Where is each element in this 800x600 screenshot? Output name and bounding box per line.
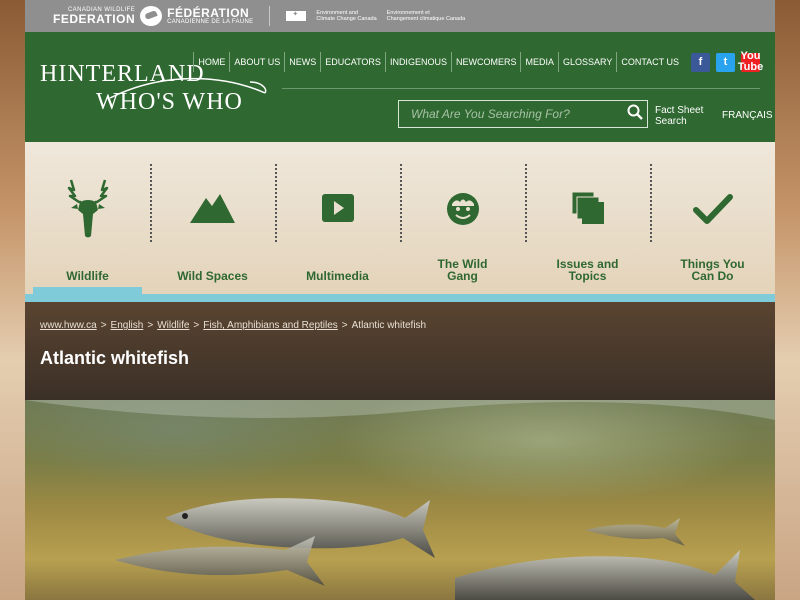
- category-multimedia[interactable]: Multimedia: [275, 142, 400, 294]
- header-divider: [282, 88, 760, 89]
- eccc-name-fr: Environnement et Changement climatique C…: [387, 10, 466, 22]
- category-label-multimedia: Multimedia: [306, 269, 369, 283]
- search-icon[interactable]: [623, 104, 647, 124]
- social-links: f t You Tube: [691, 51, 764, 73]
- partner-divider: [269, 6, 271, 26]
- eccc-logo-link[interactable]: Environment and Climate Change Canada En…: [286, 10, 475, 22]
- breadcrumb-current: Atlantic whitefish: [351, 320, 427, 331]
- fact-sheet-search-link[interactable]: Fact Sheet Search: [655, 105, 715, 127]
- nav-newcomers[interactable]: NEWCOMERS: [450, 52, 521, 72]
- face-icon: [446, 192, 480, 262]
- play-icon: [321, 194, 354, 264]
- search-box: [398, 100, 648, 128]
- breadcrumb-fish-amphibians-reptiles[interactable]: Fish, Amphibians and Reptiles: [203, 320, 338, 331]
- partner-bar: CANADIAN WILDLIFE FEDERATION FÉDÉRATION …: [25, 0, 775, 32]
- category-wildlife[interactable]: Wildlife: [25, 142, 150, 294]
- background-right: [775, 0, 800, 600]
- site-header: HINTERLAND WHO'S WHO HOME ABOUT US NEWS …: [25, 32, 775, 142]
- cwf-logo-link[interactable]: CANADIAN WILDLIFE FEDERATION FÉDÉRATION …: [53, 6, 475, 26]
- search-input[interactable]: [399, 106, 623, 122]
- youtube-text-bottom: Tube: [737, 61, 764, 73]
- cwf-fr-small: CANADIENNE DE LA FAUNE: [167, 19, 254, 25]
- page-title: Atlantic whitefish: [40, 348, 190, 368]
- whitefish-photo-illustration: [25, 400, 775, 600]
- nav-indigenous[interactable]: INDIGENOUS: [384, 52, 451, 72]
- fish-shape: [455, 550, 755, 600]
- category-things-you-can-do[interactable]: Things You Can Do: [650, 142, 775, 294]
- background-left: [0, 0, 25, 600]
- breadcrumb-home[interactable]: www.hww.ca: [40, 320, 97, 331]
- hero-photo: [25, 400, 775, 600]
- cwf-name-fr: FÉDÉRATION CANADIENNE DE LA FAUNE: [167, 7, 253, 25]
- category-label-issues-and-topics: Issues and Topics: [556, 257, 619, 283]
- cwf-name-en: CANADIAN WILDLIFE FEDERATION: [53, 7, 135, 25]
- category-nav-border: [25, 294, 775, 302]
- category-label-things-you-can-do: Things You Can Do: [680, 257, 745, 283]
- nav-glossary[interactable]: GLOSSARY: [557, 52, 616, 72]
- page-title-area: www.hww.ca > English > Wildlife > Fish, Amphib…: [25, 302, 775, 400]
- active-category-indicator: [33, 287, 142, 294]
- nav-home[interactable]: HOME: [193, 52, 229, 72]
- category-the-wild-gang[interactable]: The Wild Gang: [400, 142, 525, 294]
- breadcrumb-wildlife[interactable]: Wildlife: [157, 320, 189, 331]
- cwf-emblem-icon: [140, 6, 163, 26]
- deer-head-icon: [65, 178, 111, 248]
- language-toggle[interactable]: FRANÇAIS: [722, 110, 773, 121]
- nav-media[interactable]: MEDIA: [520, 52, 558, 72]
- eccc-name-en: Environment and Climate Change Canada: [316, 10, 376, 22]
- nav-contact-us[interactable]: CONTACT US: [616, 52, 683, 72]
- nav-news[interactable]: NEWS: [284, 52, 320, 72]
- fish-shape: [585, 518, 685, 546]
- eccc-fr-line2: Changement climatique Canada: [386, 16, 466, 22]
- page: CANADIAN WILDLIFE FEDERATION FÉDÉRATION …: [25, 0, 775, 600]
- checkmark-icon: [692, 194, 733, 264]
- category-label-wildlife: Wildlife: [66, 269, 109, 283]
- main-nav: HOME ABOUT US NEWS EDUCATORS INDIGENOUS …: [193, 51, 764, 73]
- nav-about-us[interactable]: ABOUT US: [229, 52, 284, 72]
- category-nav: Wildlife Wild Spaces Multimedia The Wild…: [25, 142, 775, 294]
- logo-swoosh-icon: [109, 77, 267, 99]
- category-issues-and-topics[interactable]: Issues and Topics: [525, 142, 650, 294]
- canada-flag-icon: [286, 11, 307, 21]
- cwf-en-big: FEDERATION: [53, 12, 136, 26]
- facebook-icon[interactable]: f: [691, 52, 710, 72]
- breadcrumb-english[interactable]: English: [111, 320, 144, 331]
- category-label-the-wild-gang: The Wild Gang: [437, 257, 488, 283]
- nav-educators[interactable]: EDUCATORS: [320, 52, 385, 72]
- youtube-icon[interactable]: You Tube: [737, 51, 764, 73]
- twitter-icon[interactable]: t: [716, 52, 735, 72]
- category-label-wild-spaces: Wild Spaces: [177, 269, 248, 283]
- cwf-fr-big: FÉDÉRATION: [167, 6, 250, 20]
- eccc-en-line2: Climate Change Canada: [316, 16, 377, 22]
- stacked-pages-icon: [571, 192, 604, 262]
- category-wild-spaces[interactable]: Wild Spaces: [150, 142, 275, 294]
- mountain-icon: [189, 192, 236, 262]
- breadcrumb: www.hww.ca > English > Wildlife > Fish, Amphib…: [40, 320, 427, 331]
